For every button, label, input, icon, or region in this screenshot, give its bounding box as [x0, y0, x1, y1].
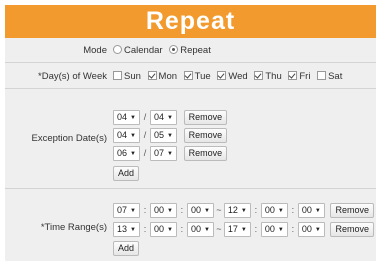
time-separator: :	[291, 205, 295, 215]
exception-dates-row: Exception Date(s) 04 ▼/04 ▼ Remove 04 ▼/05 ▼…	[5, 89, 376, 189]
day-mon-label: Mon	[158, 71, 178, 82]
day-wed-checkbox[interactable]	[217, 71, 227, 80]
end-second-select[interactable]: 00 ▼	[297, 222, 325, 237]
day-fri[interactable]: Fri	[288, 71, 310, 82]
range-separator: ~	[216, 224, 222, 234]
chevron-down-icon: ▼	[203, 208, 210, 214]
mode-repeat-option[interactable]: Repeat	[169, 45, 211, 56]
exception-date-row: 06 ▼/07 ▼ Remove	[113, 146, 228, 161]
end-minute-select[interactable]: 00 ▼	[260, 203, 288, 218]
time-range-row: 07 ▼:00 ▼:00 ▼ ~12 ▼:00 ▼:00 ▼ Remove	[113, 203, 374, 218]
exception-day-select[interactable]: 05 ▼	[149, 128, 177, 143]
time-separator: :	[291, 224, 295, 234]
day-tue-label: Tue	[194, 71, 211, 82]
exception-month-select[interactable]: 04 ▼	[113, 128, 140, 143]
mode-repeat-label: Repeat	[180, 45, 211, 56]
day-thu[interactable]: Thu	[254, 71, 282, 82]
start-minute-select[interactable]: 00 ▼	[149, 203, 177, 218]
chevron-down-icon: ▼	[240, 208, 247, 214]
start-hour-select[interactable]: 07 ▼	[113, 203, 140, 218]
day-tue[interactable]: Tue	[183, 71, 211, 82]
date-separator: /	[143, 112, 147, 122]
chevron-down-icon: ▼	[277, 208, 284, 214]
exception-date-row: 04 ▼/05 ▼ Remove	[113, 128, 228, 143]
time-separator: :	[180, 224, 184, 234]
day-sun[interactable]: Sun	[113, 71, 141, 82]
exception-day-select[interactable]: 04 ▼	[149, 110, 177, 125]
start-second-select[interactable]: 00 ▼	[186, 222, 214, 237]
time-separator: :	[254, 205, 258, 215]
day-wed-label: Wed	[228, 71, 248, 82]
exception-dates-label: Exception Date(s)	[31, 133, 107, 144]
mode-calendar-label: Calendar	[124, 45, 163, 56]
exception-date-row: 04 ▼/04 ▼ Remove	[113, 110, 228, 125]
chevron-down-icon: ▼	[166, 115, 173, 121]
chevron-down-icon: ▼	[314, 208, 321, 214]
time-separator: :	[180, 205, 184, 215]
end-second-select[interactable]: 00 ▼	[297, 203, 325, 218]
start-hour-select[interactable]: 13 ▼	[113, 222, 140, 237]
time-separator: :	[143, 205, 147, 215]
time-ranges-row: *Time Range(s) 07 ▼:00 ▼:00 ▼ ~12 ▼:00 ▼:00 ▼ R…	[5, 189, 376, 261]
range-separator: ~	[216, 205, 222, 215]
time-range-add-button[interactable]: Add	[113, 241, 140, 256]
mode-row: Mode Calendar Repeat	[5, 38, 376, 63]
exception-add-button[interactable]: Add	[113, 166, 140, 181]
chevron-down-icon: ▼	[277, 227, 284, 233]
day-fri-checkbox[interactable]	[288, 71, 298, 80]
days-checkbox-group: Sun Mon Tue Wed Thu Fri Sat	[113, 71, 346, 82]
time-separator: :	[143, 224, 147, 234]
mode-label: Mode	[83, 45, 107, 56]
exception-month-select[interactable]: 04 ▼	[113, 110, 140, 125]
mode-calendar-option[interactable]: Calendar	[113, 45, 163, 56]
day-fri-label: Fri	[299, 71, 311, 82]
repeat-settings-panel: Mode Calendar Repeat *Day(s) of Week Sun…	[5, 38, 376, 261]
day-wed[interactable]: Wed	[217, 71, 248, 82]
time-range-row: 13 ▼:00 ▼:00 ▼ ~17 ▼:00 ▼:00 ▼ Remove	[113, 222, 374, 237]
chevron-down-icon: ▼	[130, 133, 136, 139]
end-minute-select[interactable]: 00 ▼	[260, 222, 288, 237]
day-sat[interactable]: Sat	[317, 71, 342, 82]
chevron-down-icon: ▼	[130, 151, 136, 157]
chevron-down-icon: ▼	[130, 208, 136, 214]
days-row: *Day(s) of Week Sun Mon Tue Wed Thu Fri …	[5, 63, 376, 89]
mode-repeat-radio[interactable]	[169, 45, 179, 54]
time-range-remove-button[interactable]: Remove	[330, 203, 374, 218]
day-tue-checkbox[interactable]	[183, 71, 193, 80]
chevron-down-icon: ▼	[166, 227, 173, 233]
end-hour-select[interactable]: 12 ▼	[223, 203, 251, 218]
date-separator: /	[143, 130, 147, 140]
chevron-down-icon: ▼	[203, 227, 210, 233]
days-label: *Day(s) of Week	[38, 71, 107, 82]
day-mon[interactable]: Mon	[147, 71, 178, 82]
day-thu-label: Thu	[265, 71, 282, 82]
mode-calendar-radio[interactable]	[113, 45, 122, 54]
exception-remove-button[interactable]: Remove	[183, 128, 228, 143]
day-sun-label: Sun	[124, 71, 141, 82]
page-title: Repeat	[5, 5, 376, 38]
chevron-down-icon: ▼	[130, 115, 136, 121]
start-second-select[interactable]: 00 ▼	[186, 203, 214, 218]
chevron-down-icon: ▼	[314, 227, 321, 233]
start-minute-select[interactable]: 00 ▼	[149, 222, 177, 237]
chevron-down-icon: ▼	[166, 208, 173, 214]
date-separator: /	[143, 148, 147, 158]
day-sun-checkbox[interactable]	[113, 71, 122, 80]
time-separator: :	[254, 224, 258, 234]
time-range-remove-button[interactable]: Remove	[330, 222, 374, 237]
exception-remove-button[interactable]: Remove	[183, 110, 228, 125]
exception-day-select[interactable]: 07 ▼	[149, 146, 177, 161]
day-thu-checkbox[interactable]	[254, 71, 264, 80]
end-hour-select[interactable]: 17 ▼	[223, 222, 251, 237]
chevron-down-icon: ▼	[166, 151, 173, 157]
exception-remove-button[interactable]: Remove	[183, 146, 228, 161]
day-mon-checkbox[interactable]	[147, 71, 157, 80]
time-ranges-label: *Time Range(s)	[40, 222, 107, 233]
day-sat-label: Sat	[328, 71, 343, 82]
chevron-down-icon: ▼	[166, 133, 173, 139]
chevron-down-icon: ▼	[240, 227, 247, 233]
exception-month-select[interactable]: 06 ▼	[113, 146, 140, 161]
chevron-down-icon: ▼	[130, 227, 136, 233]
day-sat-checkbox[interactable]	[317, 71, 327, 80]
